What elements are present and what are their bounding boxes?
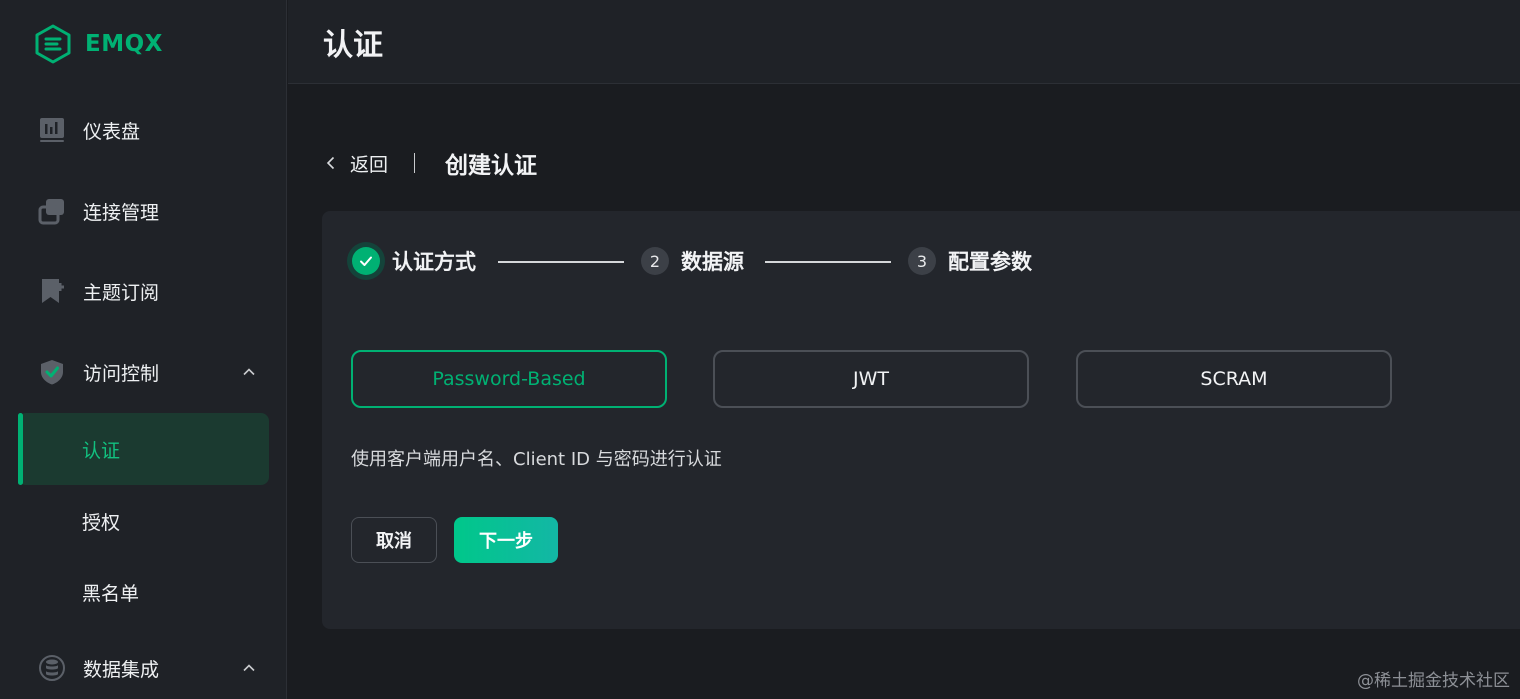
method-description: 使用客户端用户名、Client ID 与密码进行认证 bbox=[351, 449, 722, 470]
step-number: 2 bbox=[641, 247, 669, 275]
sidebar-item-authentication[interactable]: 认证 bbox=[18, 413, 269, 485]
step-label: 认证方式 bbox=[392, 250, 476, 274]
sidebar-item-label: 数据集成 bbox=[83, 658, 160, 681]
back-button[interactable]: 返回 bbox=[322, 150, 388, 177]
sidebar-item-data-integration[interactable]: 数据集成 bbox=[0, 640, 287, 696]
header: 认证 bbox=[288, 0, 1520, 84]
shield-check-icon bbox=[36, 356, 68, 388]
sidebar-item-label: 连接管理 bbox=[83, 201, 160, 224]
next-button[interactable]: 下一步 bbox=[454, 517, 558, 563]
connections-icon bbox=[36, 195, 68, 227]
sidebar-item-label: 黑名单 bbox=[82, 582, 140, 605]
breadcrumb: 返回 创建认证 bbox=[322, 143, 537, 183]
sidebar-item-authorization[interactable]: 授权 bbox=[18, 485, 269, 557]
sidebar-item-label: 访问控制 bbox=[83, 362, 160, 385]
sidebar-item-connections[interactable]: 连接管理 bbox=[0, 183, 287, 239]
breadcrumb-divider bbox=[414, 153, 416, 173]
dashboard-icon bbox=[36, 114, 68, 146]
chevron-up-icon[interactable] bbox=[238, 361, 260, 383]
subscriptions-icon bbox=[36, 275, 68, 307]
method-password-based[interactable]: Password-Based bbox=[351, 350, 667, 408]
step-auth-method: 认证方式 bbox=[352, 241, 476, 281]
method-scram[interactable]: SCRAM bbox=[1076, 350, 1392, 408]
sidebar-item-label: 授权 bbox=[82, 511, 121, 534]
step-connector bbox=[765, 261, 891, 263]
steps: 认证方式 2 数据源 3 配置参数 bbox=[346, 241, 1106, 281]
check-icon bbox=[360, 256, 372, 266]
sidebar: EMQX 仪表盘 连接管理 主题订阅 访问控制 认证 授权 黑名单 数据集成 bbox=[0, 0, 287, 699]
chevron-up-icon[interactable] bbox=[238, 657, 260, 679]
step-label: 配置参数 bbox=[948, 250, 1032, 274]
logo[interactable]: EMQX bbox=[34, 24, 163, 64]
sidebar-item-label: 主题订阅 bbox=[83, 281, 160, 304]
sidebar-item-label: 认证 bbox=[82, 439, 121, 462]
step-done-indicator bbox=[352, 247, 380, 275]
database-icon bbox=[36, 652, 68, 684]
sidebar-item-blacklist[interactable]: 黑名单 bbox=[18, 556, 269, 628]
sidebar-item-subscriptions[interactable]: 主题订阅 bbox=[0, 263, 287, 319]
sidebar-item-dashboard[interactable]: 仪表盘 bbox=[0, 102, 287, 158]
sidebar-item-label: 仪表盘 bbox=[83, 120, 141, 143]
step-number: 3 bbox=[908, 247, 936, 275]
step-connector bbox=[498, 261, 624, 263]
step-data-source: 2 数据源 bbox=[641, 241, 744, 281]
watermark: @稀土掘金技术社区 bbox=[1357, 671, 1510, 691]
brand-name: EMQX bbox=[85, 31, 163, 57]
create-auth-card: 认证方式 2 数据源 3 配置参数 Password-Based JWT SCR… bbox=[322, 211, 1520, 629]
step-config: 3 配置参数 bbox=[908, 241, 1032, 281]
emqx-logo-icon bbox=[35, 24, 71, 64]
page-title: 认证 bbox=[323, 28, 383, 63]
sidebar-item-access-control[interactable]: 访问控制 bbox=[0, 344, 287, 400]
method-jwt[interactable]: JWT bbox=[713, 350, 1029, 408]
chevron-left-icon bbox=[326, 156, 335, 170]
back-label: 返回 bbox=[350, 153, 389, 176]
cancel-button[interactable]: 取消 bbox=[351, 517, 437, 563]
step-label: 数据源 bbox=[681, 250, 744, 274]
form-title: 创建认证 bbox=[445, 153, 538, 179]
